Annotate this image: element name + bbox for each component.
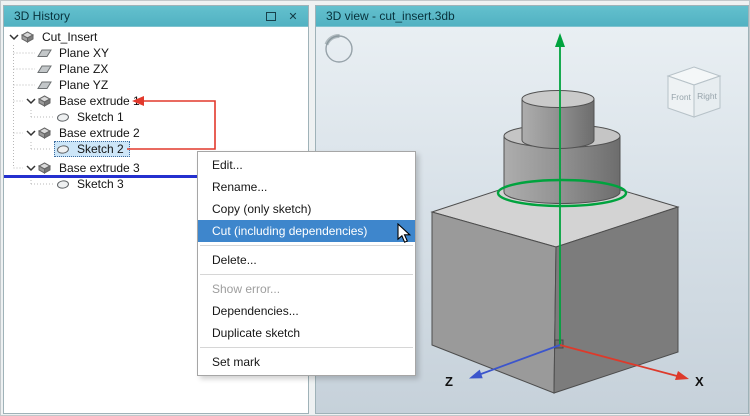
menu-item-set-mark[interactable]: Set mark [198,351,415,373]
view-panel-title: 3D view - cut_insert.3db [326,9,455,23]
model-icon [20,31,35,44]
tree-item-base-extrude-2[interactable]: Base extrude 2 [4,125,308,141]
plane-icon [37,63,52,76]
close-icon: ✕ [288,10,298,23]
view-cube[interactable]: Front Right [666,66,722,118]
model-cube[interactable] [430,170,680,394]
top-cylinder[interactable] [521,90,595,149]
tree-item-label: Plane XY [59,46,110,60]
history-titlebar: 3D History ✕ [4,6,308,27]
sketch-icon [55,111,70,124]
extrude-icon [37,127,52,140]
menu-item-delete[interactable]: Delete... [198,249,415,271]
tree-item-label: Base extrude 3 [59,161,140,175]
cursor-icon [397,223,412,243]
tree-item-cut-insert[interactable]: Cut_Insert [4,29,308,45]
history-panel-title: 3D History [14,9,71,23]
menu-item-show-error: Show error... [212,282,281,296]
menu-item-edit[interactable]: Edit... [198,154,415,176]
view-cube-front-label: Front [671,92,691,102]
tree-item-label: Cut_Insert [42,30,98,44]
menu-separator [200,274,413,275]
tree-item-label: Sketch 1 [77,110,124,124]
menu-item-copy[interactable]: Copy (only sketch) [198,198,415,220]
plane-icon [37,79,52,92]
axis-x-label: X [695,374,704,389]
close-button[interactable]: ✕ [284,8,302,24]
tree-item-label: Sketch 2 [77,142,124,156]
context-menu: Edit... Rename... Copy (only sketch) Cut… [197,151,416,376]
tree-item-plane-zx[interactable]: Plane ZX [4,61,308,77]
menu-item-duplicate-sketch[interactable]: Duplicate sketch [198,322,415,344]
menu-item-dependencies[interactable]: Dependencies... [198,300,415,322]
maximize-icon [266,11,276,21]
tree-item-plane-xy[interactable]: Plane XY [4,45,308,61]
expander-icon[interactable] [24,162,37,175]
menu-separator [200,245,413,246]
extrude-icon [37,95,52,108]
tree-item-sketch-1[interactable]: Sketch 1 [4,109,308,125]
menu-separator [200,347,413,348]
menu-item-cut[interactable]: Cut (including dependencies) [198,220,415,242]
plane-icon [37,47,52,60]
tree-item-label: Plane ZX [59,62,109,76]
expander-icon[interactable] [24,127,37,140]
selection-box: Sketch 2 [54,141,130,157]
expander-icon[interactable] [7,31,20,44]
extrude-icon [37,162,52,175]
tree-item-plane-yz[interactable]: Plane YZ [4,77,308,93]
tree-item-label: Plane YZ [59,78,109,92]
compass-icon[interactable] [324,34,353,63]
sketch-icon [55,143,70,156]
tree-item-label: Base extrude 2 [59,126,140,140]
view-cube-right-label: Right [697,91,717,101]
menu-item-rename[interactable]: Rename... [198,176,415,198]
axis-z-label: Z [445,374,453,389]
sketch-icon [55,178,70,191]
expander-icon[interactable] [24,95,37,108]
tree-item-label: Sketch 3 [77,177,124,191]
maximize-button[interactable] [262,8,280,24]
tree-item-base-extrude-1[interactable]: Base extrude 1 [4,93,308,109]
tree-item-label: Base extrude 1 [59,94,140,108]
app-window: 3D History ✕ Cut_Insert Plane XY Plane Z… [0,0,750,416]
view-titlebar: 3D view - cut_insert.3db [316,6,748,27]
